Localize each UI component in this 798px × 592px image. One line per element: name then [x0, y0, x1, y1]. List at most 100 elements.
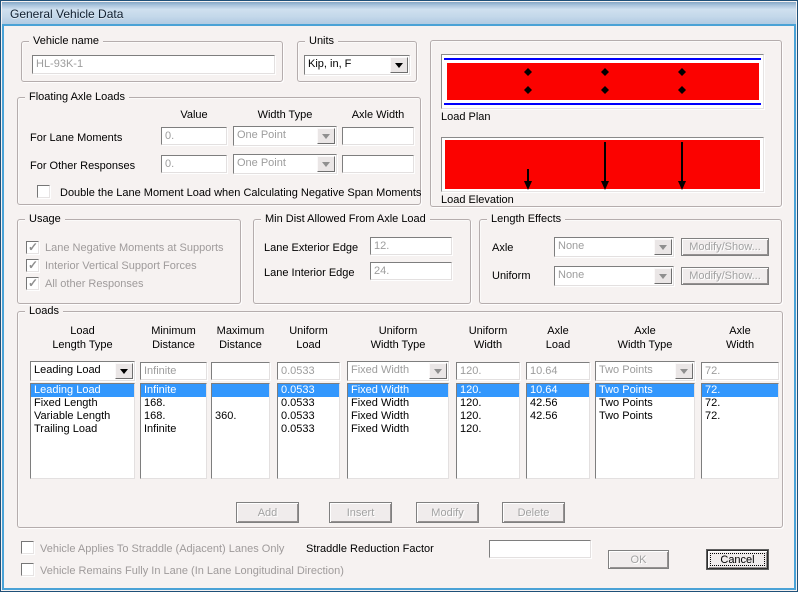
- length-effects-group-label: Length Effects: [487, 213, 565, 225]
- chevron-down-icon: [115, 363, 133, 379]
- loads-col-header-load-length-type: Length Type: [30, 339, 135, 352]
- list-item[interactable]: 120.: [457, 423, 519, 436]
- load-plan-panel: [441, 54, 764, 109]
- loads-list-uniform-width[interactable]: 120.120.120.120.: [456, 383, 520, 479]
- axle-label: Axle: [492, 242, 513, 254]
- list-item[interactable]: Variable Length: [31, 410, 134, 423]
- combo-value: Fixed Width: [351, 364, 430, 376]
- vehicle-name-group: Vehicle name HL-93K-1: [21, 41, 283, 82]
- list-item[interactable]: Trailing Load: [31, 423, 134, 436]
- min-dist-group: Min Dist Allowed From Axle Load Lane Ext…: [253, 219, 471, 304]
- loads-col-header-axle-width: Width: [701, 339, 779, 352]
- double-lane-moment-label: Double the Lane Moment Load when Calcula…: [60, 187, 421, 199]
- list-item[interactable]: 10.64: [527, 384, 589, 397]
- list-item[interactable]: Fixed Width: [348, 397, 448, 410]
- chevron-down-icon: [675, 363, 693, 379]
- floating-axle-loads-group-label: Floating Axle Loads: [25, 91, 129, 103]
- list-item[interactable]: [527, 423, 589, 436]
- list-item[interactable]: Fixed Width: [348, 410, 448, 423]
- fully-in-lane-checkbox: [21, 563, 34, 576]
- loads-list-uniform-load[interactable]: 0.05330.05330.05330.0533: [277, 383, 340, 479]
- list-item[interactable]: Fixed Length: [31, 397, 134, 410]
- loads-col-header-minimum-distance: Distance: [140, 339, 207, 352]
- loads-col-header-uniform-width-type: Uniform: [347, 325, 449, 338]
- list-item[interactable]: 120.: [457, 410, 519, 423]
- loads-edit-uniform-load-field: 0.0533: [277, 362, 340, 380]
- loads-edit-axle-width-type-select: Two Points: [595, 361, 695, 381]
- col-header-axle-width: Axle Width: [342, 109, 414, 122]
- uniform-length-effect-select: None: [554, 266, 674, 286]
- list-item[interactable]: 0.0533: [278, 397, 339, 410]
- list-item[interactable]: 120.: [457, 397, 519, 410]
- lane-moments-axle-width-field: [342, 127, 414, 145]
- load-elevation-label: Load Elevation: [441, 194, 514, 206]
- loads-col-header-axle-load: Load: [526, 339, 590, 352]
- list-item[interactable]: Fixed Width: [348, 423, 448, 436]
- loads-list-axle-load[interactable]: 10.6442.5642.56: [526, 383, 590, 479]
- list-item[interactable]: 42.56: [527, 397, 589, 410]
- loads-col-header-uniform-load: Load: [277, 339, 340, 352]
- list-item[interactable]: Fixed Width: [348, 384, 448, 397]
- list-item[interactable]: 0.0533: [278, 423, 339, 436]
- title-bar[interactable]: General Vehicle Data: [2, 2, 796, 25]
- list-item[interactable]: 360.: [212, 410, 269, 423]
- list-item[interactable]: 168.: [141, 397, 206, 410]
- list-item[interactable]: [212, 397, 269, 410]
- loads-list-load-length-type[interactable]: Leading LoadFixed LengthVariable LengthT…: [30, 383, 135, 479]
- double-lane-moment-checkbox[interactable]: [37, 185, 50, 198]
- list-item[interactable]: 72.: [702, 397, 778, 410]
- list-item[interactable]: [702, 423, 778, 436]
- fully-in-lane-label: Vehicle Remains Fully In Lane (In Lane L…: [40, 565, 344, 577]
- loads-list-uniform-width-type[interactable]: Fixed WidthFixed WidthFixed WidthFixed W…: [347, 383, 449, 479]
- for-other-responses-label: For Other Responses: [30, 160, 135, 172]
- list-item[interactable]: 72.: [702, 384, 778, 397]
- loads-col-header-maximum-distance: Maximum: [211, 325, 270, 338]
- list-item[interactable]: Two Points: [596, 410, 694, 423]
- window-title: General Vehicle Data: [10, 7, 123, 21]
- add-button: Add: [236, 502, 299, 523]
- lane-interior-edge-field: 24.: [370, 262, 452, 280]
- loads-edit-uniform-width-type-select: Fixed Width: [347, 361, 449, 381]
- list-item[interactable]: 168.: [141, 410, 206, 423]
- list-item[interactable]: [212, 423, 269, 436]
- usage-group: Usage Lane Negative Moments at SupportsI…: [17, 219, 241, 304]
- axle-modify-show-button: Modify/Show...: [681, 238, 769, 256]
- units-group: Units Kip, in, F: [297, 41, 417, 82]
- list-item[interactable]: 42.56: [527, 410, 589, 423]
- straddle-reduction-factor-field[interactable]: [489, 540, 591, 558]
- uniform-label: Uniform: [492, 270, 531, 282]
- chevron-down-icon: [654, 268, 672, 284]
- list-item[interactable]: [212, 384, 269, 397]
- loads-col-header-minimum-distance: Minimum: [140, 325, 207, 338]
- usage-checkbox-label: Interior Vertical Support Forces: [45, 260, 197, 272]
- straddle-reduction-factor-label: Straddle Reduction Factor: [306, 543, 434, 555]
- lane-moments-width-type-select: One Point: [233, 126, 337, 146]
- list-item[interactable]: 120.: [457, 384, 519, 397]
- list-item[interactable]: Infinite: [141, 423, 206, 436]
- col-header-value: Value: [161, 109, 227, 122]
- list-item[interactable]: Leading Load: [31, 384, 134, 397]
- list-item[interactable]: 72.: [702, 410, 778, 423]
- usage-checkbox-1: [26, 259, 39, 272]
- loads-list-axle-width-type[interactable]: Two PointsTwo PointsTwo Points: [595, 383, 695, 479]
- straddle-lanes-checkbox: [21, 541, 34, 554]
- units-select[interactable]: Kip, in, F: [304, 55, 410, 75]
- list-item[interactable]: Infinite: [141, 384, 206, 397]
- chevron-down-icon: [317, 128, 335, 144]
- loads-edit-axle-load-field: 10.64: [526, 362, 590, 380]
- other-responses-axle-width-field: [342, 155, 414, 173]
- load-elevation-graphic: [442, 138, 763, 191]
- list-item[interactable]: [596, 423, 694, 436]
- loads-list-maximum-distance[interactable]: 360.: [211, 383, 270, 479]
- cancel-button[interactable]: Cancel: [707, 550, 768, 569]
- length-effects-group: Length Effects Axle None Modify/Show... …: [479, 219, 782, 304]
- list-item[interactable]: Two Points: [596, 397, 694, 410]
- loads-list-minimum-distance[interactable]: Infinite168.168.Infinite: [140, 383, 207, 479]
- list-item[interactable]: 0.0533: [278, 410, 339, 423]
- modify-button: Modify: [416, 502, 479, 523]
- loads-group: Loads LoadLength TypeLeading LoadLeading…: [17, 311, 783, 528]
- list-item[interactable]: Two Points: [596, 384, 694, 397]
- list-item[interactable]: 0.0533: [278, 384, 339, 397]
- loads-edit-load-length-type-select[interactable]: Leading Load: [30, 361, 135, 381]
- loads-list-axle-width[interactable]: 72.72.72.: [701, 383, 779, 479]
